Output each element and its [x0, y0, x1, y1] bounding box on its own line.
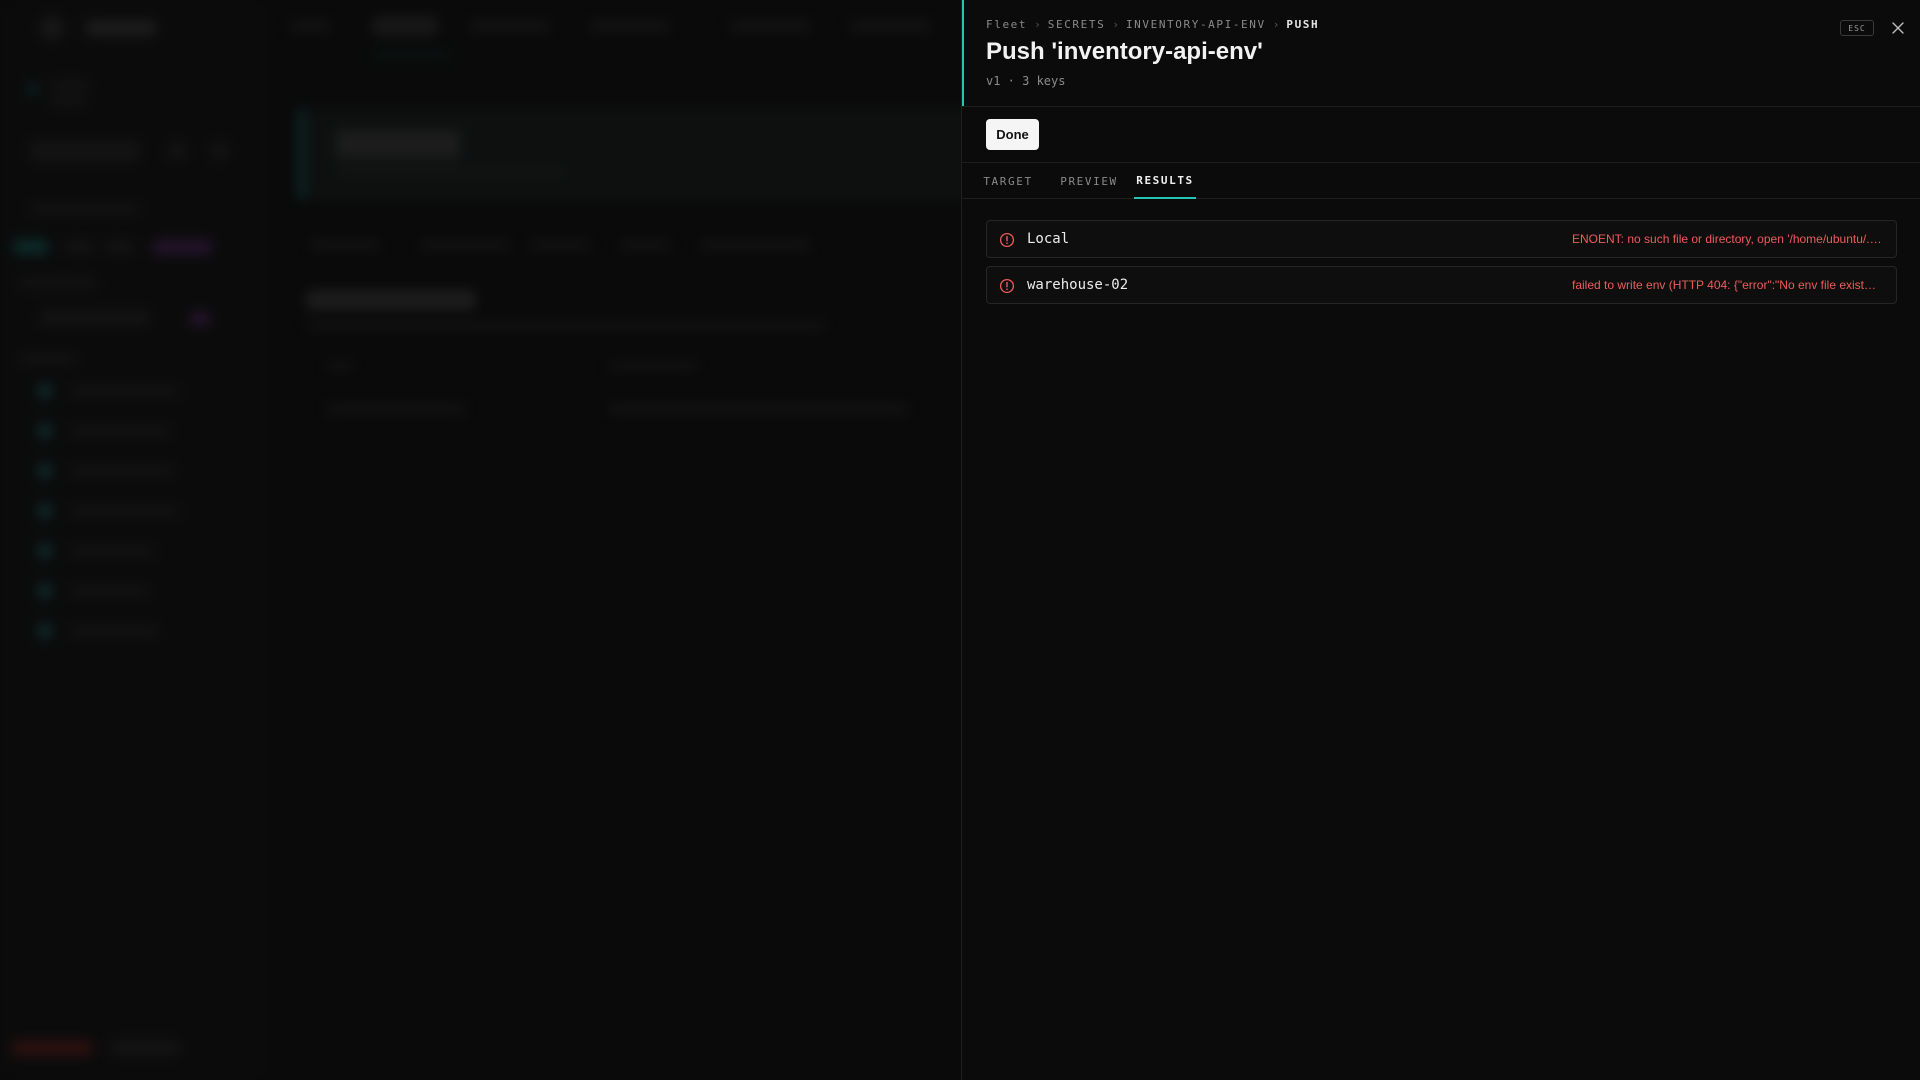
- background-app: [0, 0, 961, 1080]
- background-block: [70, 386, 180, 396]
- background-block: [210, 142, 228, 160]
- background-block: [38, 624, 52, 638]
- push-drawer: Fleet › SECRETS › INVENTORY-API-ENV › PU…: [961, 0, 1920, 1080]
- background-block: [40, 310, 150, 326]
- background-block: [18, 278, 98, 288]
- tab-preview[interactable]: PREVIEW: [1058, 163, 1120, 199]
- background-block: [620, 240, 670, 250]
- breadcrumb-separator: ›: [1112, 18, 1119, 31]
- done-button[interactable]: Done: [986, 119, 1039, 150]
- background-block: [70, 466, 175, 476]
- background-block: [190, 312, 210, 326]
- results-list: Local ENOENT: no such file or directory,…: [986, 220, 1897, 312]
- background-block: [38, 504, 52, 518]
- background-block: [730, 20, 810, 32]
- background-pill: [104, 240, 134, 254]
- background-block: [70, 586, 150, 596]
- background-pill: [14, 240, 48, 254]
- page-title: Push 'inventory-api-env': [986, 38, 1263, 65]
- close-icon: [1892, 22, 1904, 34]
- background-block: [38, 384, 52, 398]
- background-block: [38, 584, 52, 598]
- background-block: [110, 1040, 180, 1056]
- breadcrumb: Fleet › SECRETS › INVENTORY-API-ENV › PU…: [986, 18, 1319, 31]
- drawer-header: Fleet › SECRETS › INVENTORY-API-ENV › PU…: [962, 0, 1920, 107]
- breadcrumb-item-current: PUSH: [1286, 18, 1320, 31]
- background-logo: [40, 16, 64, 40]
- background-block: [590, 20, 670, 32]
- alert-circle-icon: [999, 278, 1015, 294]
- background-block: [310, 240, 380, 250]
- background-block: [700, 240, 810, 250]
- background-block: [38, 424, 52, 438]
- background-block: [70, 546, 155, 556]
- background-block: [12, 1040, 92, 1056]
- background-block: [336, 168, 566, 176]
- action-bar: Done: [962, 107, 1920, 163]
- result-row-warehouse-02[interactable]: warehouse-02 failed to write env (HTTP 4…: [986, 266, 1897, 304]
- background-block: [30, 140, 140, 162]
- background-block: [530, 240, 590, 250]
- background-block: [372, 16, 438, 36]
- background-block: [608, 404, 908, 414]
- breadcrumb-item-secrets[interactable]: SECRETS: [1048, 18, 1106, 31]
- alert-circle-icon: [999, 232, 1015, 248]
- background-block: [30, 204, 140, 214]
- background-block: [850, 20, 930, 32]
- background-block: [306, 290, 476, 310]
- tab-bar: TARGET PREVIEW RESULTS: [962, 163, 1920, 199]
- result-row-local[interactable]: Local ENOENT: no such file or directory,…: [986, 220, 1897, 258]
- background-block: [336, 130, 460, 158]
- breadcrumb-separator: ›: [1034, 18, 1041, 31]
- background-pill: [64, 240, 94, 254]
- background-block: [608, 362, 698, 370]
- background-brand: [86, 20, 156, 36]
- esc-shortcut-badge: ESC: [1840, 20, 1874, 36]
- background-block: [50, 80, 90, 90]
- result-target-name: Local: [1027, 231, 1070, 247]
- background-block: [372, 54, 452, 56]
- version-meta: v1 · 3 keys: [986, 74, 1066, 88]
- background-app-blur: [0, 0, 961, 1080]
- tab-results[interactable]: RESULTS: [1134, 163, 1196, 199]
- background-block: [168, 142, 186, 160]
- result-error-message: ENOENT: no such file or directory, open …: [1572, 232, 1882, 246]
- background-block: [70, 626, 160, 636]
- background-block: [70, 426, 170, 436]
- background-block: [38, 464, 52, 478]
- background-block: [18, 354, 78, 364]
- result-error-message: failed to write env (HTTP 404: {"error":…: [1572, 278, 1882, 292]
- background-pill: [152, 240, 212, 254]
- close-button[interactable]: [1887, 17, 1909, 39]
- background-block: [470, 20, 550, 32]
- background-status-dot: [28, 84, 38, 94]
- background-block: [290, 20, 330, 32]
- breadcrumb-separator: ›: [1272, 18, 1280, 31]
- breadcrumb-item-fleet[interactable]: Fleet: [986, 18, 1027, 31]
- tab-target[interactable]: TARGET: [982, 163, 1034, 199]
- background-block: [326, 404, 466, 414]
- background-block: [420, 240, 510, 250]
- result-target-name: warehouse-02: [1027, 277, 1129, 293]
- breadcrumb-item-secret[interactable]: INVENTORY-API-ENV: [1126, 18, 1266, 31]
- background-block: [70, 506, 180, 516]
- background-block: [38, 544, 52, 558]
- background-sidebar: [0, 0, 265, 1080]
- background-block: [50, 96, 86, 106]
- background-block: [326, 362, 354, 370]
- background-block: [306, 322, 826, 330]
